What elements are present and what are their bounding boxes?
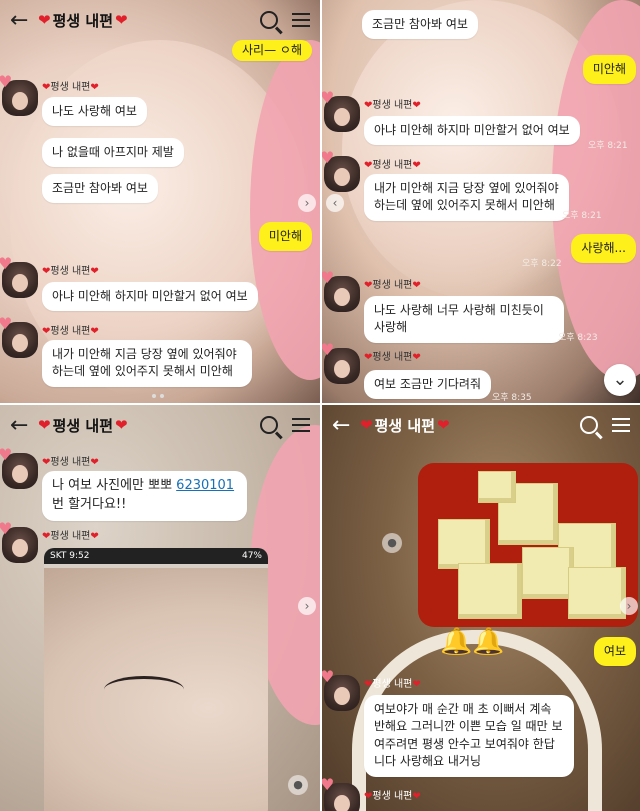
message-bubble[interactable]: 나도 사랑해 여보 [42,97,147,127]
avatar[interactable] [0,314,38,358]
back-arrow-icon[interactable]: ← [10,8,38,33]
avatar[interactable] [322,148,360,192]
face-photo [44,568,268,811]
back-arrow-icon[interactable]: ← [10,413,38,438]
timestamp: 오후 8:21 [588,141,628,151]
message-bubble-me[interactable]: 미안해 [258,222,312,252]
chat-header: ← ❤ 평생 내편 ❤ [0,0,320,40]
message-bubble[interactable]: 내가 미안해 지금 당장 옆에 있어줘야 하는데 옆에 있어주지 못해서 미안해 [42,340,252,387]
message-bubble[interactable]: 여보 조금만 기다려줘 [364,370,491,400]
avatar[interactable] [322,268,360,312]
avatar[interactable] [0,445,38,489]
photo-attachment[interactable]: SKT 9:52 47% [44,548,268,811]
sender-name: ❤평생 내편❤ [42,457,99,468]
message-bubble[interactable]: 나도 사랑해 너무 사랑해 미친듯이 사랑해 [364,296,564,343]
avatar[interactable] [322,775,360,811]
chat-panel-2: 조금만 참아봐 여보 미안해 ❤평생 내편❤ 아냐 미안해 하지마 미안할거 없… [322,0,640,403]
timestamp: 오후 8:23 [558,333,598,343]
timestamp: 오후 8:21 [562,211,602,221]
heart-icon: ❤ [115,11,128,29]
sender-name: ❤평생 내편❤ [364,791,421,802]
sender-name: ❤평생 내편❤ [42,266,99,277]
search-icon[interactable] [260,11,278,29]
sender-name: ❤평생 내편❤ [364,280,421,291]
bells-decoration: 🔔🔔 [440,627,505,657]
heart-icon: ❤ [360,416,373,434]
menu-icon[interactable] [292,13,310,27]
sender-name: ❤평생 내편❤ [364,679,421,690]
avatar[interactable] [0,254,38,298]
sender-name: ❤평생 내편❤ [364,100,421,111]
chat-title: ❤ 평생 내편 ❤ [360,416,450,435]
header-icons [580,416,630,434]
next-arrow-icon[interactable]: › [298,597,316,615]
avatar[interactable] [0,72,38,116]
sender-name: ❤평생 내편❤ [364,352,421,363]
search-icon[interactable] [260,416,278,434]
phone-status-bar: SKT 9:52 47% [44,548,268,564]
food-photo-attachment[interactable] [418,463,638,627]
next-arrow-icon[interactable]: › [620,597,638,615]
message-bubble[interactable]: 여보야가 매 순간 매 초 이뻐서 계속 반해요 그러니깐 이쁜 모습 일 때만… [364,695,574,777]
avatar[interactable] [322,667,360,711]
message-bubble[interactable]: 조금만 참아봐 여보 [42,174,158,204]
chat-bubble-icon[interactable]: ● [382,533,402,553]
message-bubble-me[interactable]: 미안해 [582,55,636,85]
menu-icon[interactable] [612,418,630,432]
heart-icon: ❤ [38,11,51,29]
page-dots [152,394,164,398]
message-bubble[interactable]: 아냐 미안해 하지마 미안할거 없어 여보 [364,116,580,146]
message-bubble-me[interactable]: 사랑해... [571,234,636,264]
chat-header: ← ❤ 평생 내편 ❤ [0,405,320,445]
chat-panel-4: ← ❤평생 내편❤ ● › 🔔🔔 여보 ❤평생 내편❤ 여보야가 매 순간 매 … [322,405,640,811]
heart-icon: ❤ [437,416,450,434]
phone-number-link[interactable]: 6230101 [176,478,234,493]
chat-title: ❤ 평생 내편 ❤ [38,416,128,435]
timestamp: 오후 8:22 [522,259,562,269]
menu-icon[interactable] [292,418,310,432]
message-bubble[interactable]: 나 여보 사진에만 뽀뽀 6230101번 할거다요!! [42,471,247,521]
message-bubble-me[interactable]: 여보 [593,637,636,667]
scroll-down-button[interactable]: ⌄ [604,364,636,396]
chat-panel-1: ← ❤평생 내편❤ 사리— ㅇ해 ❤평생 내편❤ 나도 사랑해 여보 나 없을때… [0,0,320,403]
chat-title: ❤ 평생 내편 ❤ [38,11,128,30]
sender-name: ❤평생 내편❤ [364,160,421,171]
heart-icon: ❤ [115,416,128,434]
message-bubble[interactable]: 조금만 참아봐 여보 [362,10,478,40]
chat-bubble-icon[interactable]: ● [288,775,308,795]
avatar[interactable] [322,88,360,132]
avatar[interactable] [0,519,38,563]
next-arrow-icon[interactable]: › [298,194,316,212]
message-bubble[interactable]: 아냐 미안해 하지마 미안할거 없어 여보 [42,282,258,312]
heart-icon: ❤ [38,416,51,434]
avatar[interactable] [322,340,360,384]
back-arrow-icon[interactable]: ← [332,413,360,438]
search-icon[interactable] [580,416,598,434]
chat-panel-3: ← ❤평생 내편❤ ❤평생 내편❤ 나 여보 사진에만 뽀뽀 6230101번 … [0,405,320,811]
sender-name: ❤평생 내편❤ [42,82,99,93]
message-bubble-me[interactable]: 사리— ㅇ해 [232,40,312,62]
message-bubble[interactable]: 나 없을때 아프지마 제발 [42,138,184,168]
message-bubble[interactable]: 내가 미안해 지금 당장 옆에 있어줘야 하는데 옆에 있어주지 못해서 미안해 [364,174,569,221]
header-icons [260,11,310,29]
sender-name: ❤평생 내편❤ [42,531,99,542]
header-icons [260,416,310,434]
sender-name: ❤평생 내편❤ [42,326,99,337]
prev-arrow-icon[interactable]: ‹ [326,194,344,212]
timestamp: 오후 8:35 [492,393,532,403]
eye [104,676,184,703]
chat-header: ← ❤ 평생 내편 ❤ [322,405,640,445]
